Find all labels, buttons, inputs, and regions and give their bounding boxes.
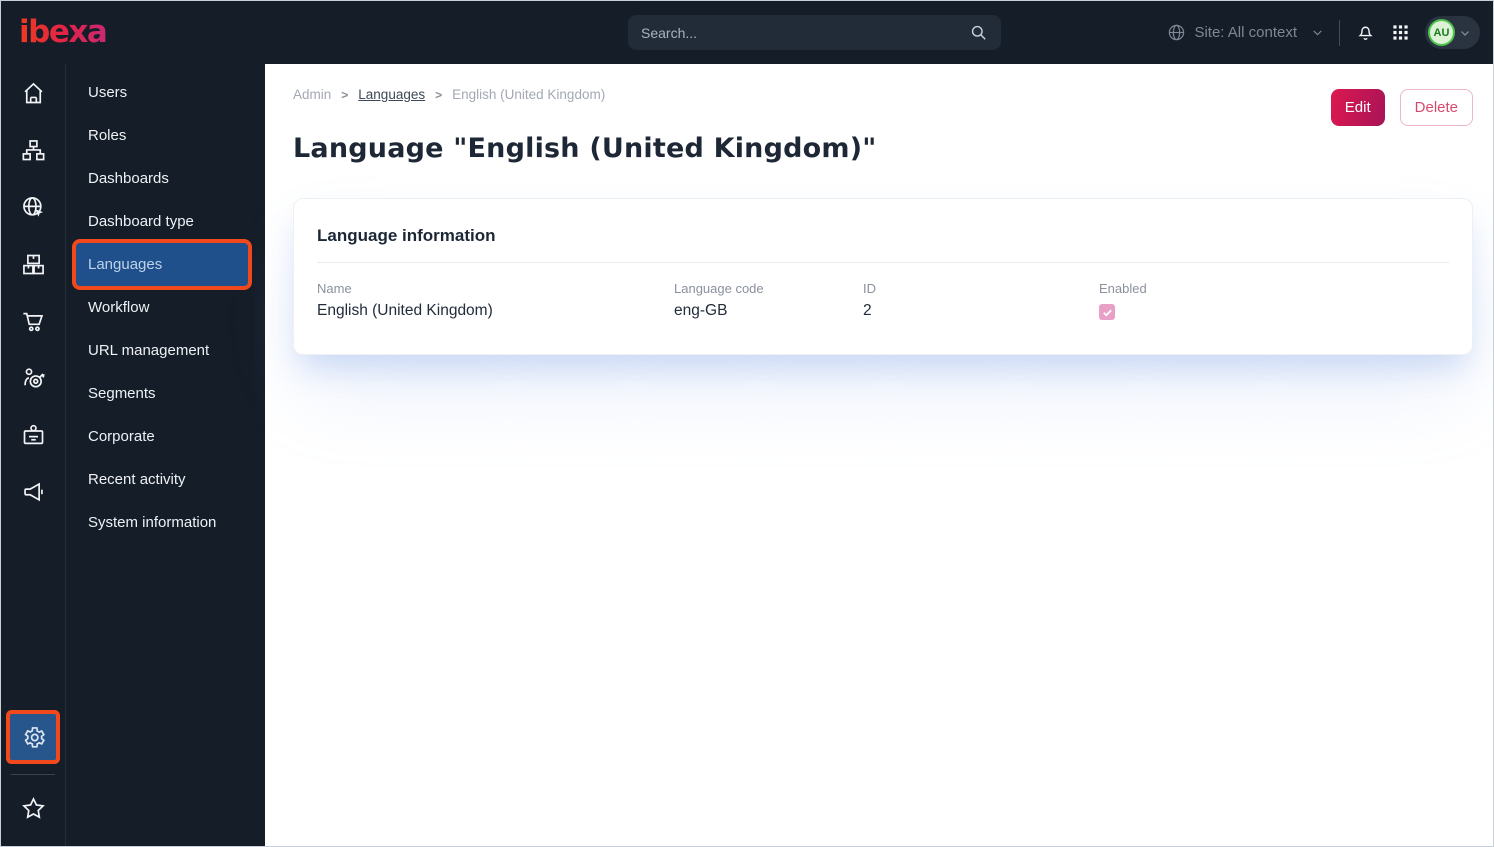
card-fields: Name English (United Kingdom) Language c… bbox=[317, 281, 1449, 320]
field-value: 2 bbox=[863, 302, 872, 319]
field-label: Language code bbox=[674, 281, 764, 296]
home-icon bbox=[20, 80, 47, 107]
apps-grid-button[interactable] bbox=[1391, 23, 1410, 42]
bell-icon bbox=[1355, 22, 1376, 43]
user-menu[interactable]: AU bbox=[1425, 16, 1480, 49]
gear-icon bbox=[20, 724, 47, 751]
edit-button[interactable]: Edit bbox=[1330, 89, 1385, 126]
field-id: ID 2 bbox=[863, 281, 1099, 320]
target-person-icon bbox=[20, 365, 47, 392]
nav-corporate-button[interactable] bbox=[10, 412, 56, 458]
sidebar-item-dashboard-type[interactable]: Dashboard type bbox=[66, 200, 265, 243]
breadcrumb-link-languages[interactable]: Languages bbox=[358, 87, 425, 102]
main-nav-rail bbox=[1, 64, 66, 846]
nav-marketing-button[interactable] bbox=[10, 469, 56, 515]
sidebar-item-workflow[interactable]: Workflow bbox=[66, 286, 265, 329]
sidebar-item-system-information[interactable]: System information bbox=[66, 501, 265, 544]
megaphone-icon bbox=[20, 479, 47, 506]
topbar-divider bbox=[1339, 19, 1340, 46]
nav-commerce-button[interactable] bbox=[10, 298, 56, 344]
sidebar-item-dashboards[interactable]: Dashboards bbox=[66, 157, 265, 200]
chevron-down-icon bbox=[1311, 26, 1324, 39]
top-bar: ibexa Site: All context bbox=[1, 1, 1493, 64]
nav-admin-settings-button[interactable] bbox=[10, 714, 56, 760]
globe-cursor-icon bbox=[20, 194, 47, 221]
search-icon bbox=[969, 23, 988, 42]
enabled-checkbox bbox=[1099, 304, 1115, 320]
badge-icon bbox=[20, 422, 47, 449]
sidebar-item-corporate[interactable]: Corporate bbox=[66, 415, 265, 458]
search-input[interactable] bbox=[641, 24, 969, 41]
card-divider bbox=[317, 262, 1449, 263]
delete-button[interactable]: Delete bbox=[1399, 89, 1473, 126]
breadcrumb-separator: > bbox=[435, 87, 443, 102]
sidebar-item-users[interactable]: Users bbox=[66, 71, 265, 114]
notifications-button[interactable] bbox=[1355, 22, 1376, 43]
field-language-code: Language code eng-GB bbox=[674, 281, 863, 320]
sidebar-item-languages[interactable]: Languages bbox=[76, 243, 248, 286]
card-title: Language information bbox=[317, 226, 496, 245]
nav-home-button[interactable] bbox=[10, 70, 56, 116]
star-icon bbox=[20, 795, 47, 822]
cart-icon bbox=[20, 308, 47, 335]
search-bar[interactable] bbox=[628, 15, 1001, 50]
sidebar-item-segments[interactable]: Segments bbox=[66, 372, 265, 415]
field-label: Enabled bbox=[1099, 281, 1147, 296]
nav-personalization-button[interactable] bbox=[10, 355, 56, 401]
field-name: Name English (United Kingdom) bbox=[317, 281, 674, 320]
field-label: ID bbox=[863, 281, 876, 296]
nav-site-button[interactable] bbox=[10, 184, 56, 230]
breadcrumb-separator: > bbox=[341, 87, 349, 102]
boxes-icon bbox=[20, 251, 47, 278]
grid-icon bbox=[1391, 23, 1410, 42]
sidebar-item-roles[interactable]: Roles bbox=[66, 114, 265, 157]
rail-divider bbox=[11, 774, 55, 775]
page-title: Language "English (United Kingdom)" bbox=[293, 133, 877, 164]
nav-products-button[interactable] bbox=[10, 241, 56, 287]
nav-content-button[interactable] bbox=[10, 127, 56, 173]
avatar: AU bbox=[1428, 19, 1455, 46]
rail-bottom-group bbox=[10, 714, 56, 846]
language-information-card: Language information Name English (Unite… bbox=[293, 198, 1473, 355]
chevron-down-icon bbox=[1459, 27, 1471, 39]
sidebar-item-url-management[interactable]: URL management bbox=[66, 329, 265, 372]
field-value: English (United Kingdom) bbox=[317, 302, 493, 319]
breadcrumb-item-current: English (United Kingdom) bbox=[452, 87, 606, 102]
app-window: ibexa Site: All context bbox=[0, 0, 1494, 847]
checkmark-icon bbox=[1102, 307, 1113, 318]
ibexa-logo: ibexa bbox=[19, 14, 108, 50]
site-context-label: Site: All context bbox=[1194, 24, 1297, 41]
admin-sidebar: Users Roles Dashboards Dashboard type La… bbox=[66, 64, 265, 846]
site-context-selector[interactable]: Site: All context bbox=[1167, 23, 1324, 42]
sitemap-icon bbox=[20, 137, 47, 164]
field-value: eng-GB bbox=[674, 302, 728, 319]
nav-bookmarks-button[interactable] bbox=[10, 785, 56, 831]
breadcrumb-item-admin: Admin bbox=[293, 87, 332, 102]
page-actions: Edit Delete bbox=[1330, 89, 1473, 126]
sidebar-item-recent-activity[interactable]: Recent activity bbox=[66, 458, 265, 501]
globe-icon bbox=[1167, 23, 1186, 42]
top-bar-right: Site: All context AU bbox=[1167, 1, 1480, 64]
field-enabled: Enabled bbox=[1099, 281, 1449, 320]
field-label: Name bbox=[317, 281, 352, 296]
main-content: Admin > Languages > English (United King… bbox=[265, 64, 1493, 846]
breadcrumb: Admin > Languages > English (United King… bbox=[293, 87, 1473, 102]
